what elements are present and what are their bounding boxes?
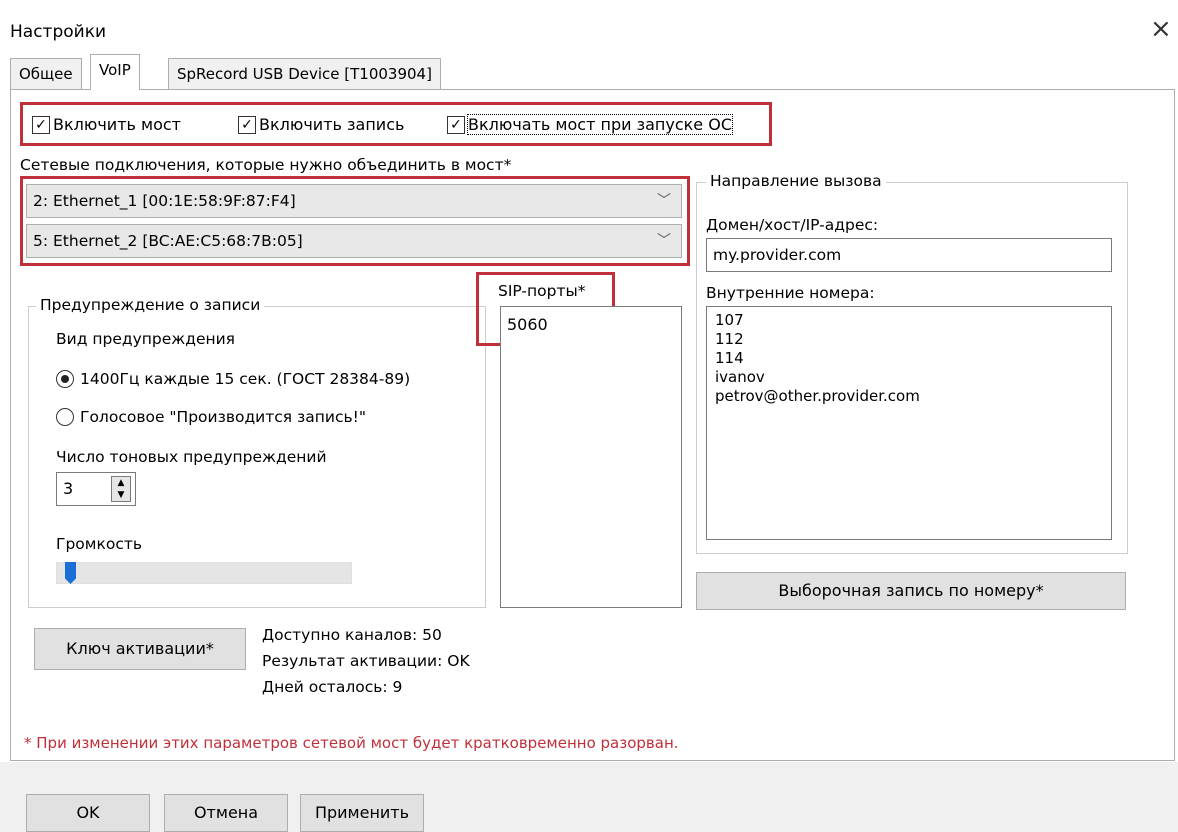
internal-numbers-label: Внутренние номера: [706,284,875,302]
radio-unselected-icon [56,408,74,426]
sip-ports-label: SIP-порты* [498,282,586,300]
network-connections-label: Сетевые подключения, которые нужно объед… [20,156,512,174]
enable-bridge-label: Включить мост [53,115,181,134]
enable-recording-label: Включить запись [259,115,405,134]
recording-warning-legend: Предупреждение о записи [36,296,265,314]
network-connection-1-value: 2: Ethernet_1 [00:1E:58:9F:87:F4] [33,192,296,210]
list-item[interactable]: 5060 [507,315,675,334]
bridge-on-startup-checkbox[interactable]: ✓ Включать мост при запуске ОС [447,114,733,135]
network-connection-2-value: 5: Ethernet_2 [BC:AE:C5:68:7B:05] [33,232,303,250]
arrow-down-icon[interactable]: ▼ [112,489,130,501]
tab-voip[interactable]: VoIP [90,54,140,90]
voice-warning-label: Голосовое "Производится запись!" [80,408,366,426]
close-icon[interactable]: × [1150,16,1172,42]
tone-warning-label: 1400Гц каждые 15 сек. (ГОСТ 28384-89) [80,370,411,388]
tab-general[interactable]: Общее [10,58,82,90]
list-item[interactable]: 112 [715,330,1103,349]
apply-button[interactable]: Применить [300,794,424,832]
chevron-down-icon: ﹀ [657,233,671,249]
tone-warning-radio[interactable]: 1400Гц каждые 15 сек. (ГОСТ 28384-89) [56,370,410,388]
volume-slider[interactable] [56,562,352,584]
chevron-down-icon: ﹀ [657,193,671,209]
domain-label: Домен/хост/IP-адрес: [706,216,879,234]
arrow-up-icon[interactable]: ▲ [112,477,130,489]
bridge-on-startup-label: Включать мост при запуске ОС [467,114,733,135]
list-item[interactable]: 107 [715,311,1103,330]
voice-warning-radio[interactable]: Голосовое "Производится запись!" [56,408,366,426]
checkmark-icon: ✓ [447,115,465,134]
list-item[interactable]: ivanov [715,368,1103,387]
enable-recording-checkbox[interactable]: ✓ Включить запись [238,115,404,134]
sip-ports-list[interactable]: 5060 [500,306,682,608]
volume-slider-thumb[interactable] [65,562,76,584]
ok-button[interactable]: OK [26,794,150,832]
window-title: Настройки [10,22,107,42]
selective-recording-button[interactable]: Выборочная запись по номеру* [696,572,1126,610]
tone-count-value: 3 [63,479,74,498]
network-connection-1-select[interactable]: 2: Ethernet_1 [00:1E:58:9F:87:F4] ﹀ [26,184,682,218]
checkmark-icon: ✓ [32,115,50,134]
internal-numbers-list[interactable]: 107 112 114 ivanov petrov@other.provider… [706,306,1112,540]
activation-key-button[interactable]: Ключ активации* [34,628,246,670]
warning-type-label: Вид предупреждения [56,330,236,348]
enable-bridge-checkbox[interactable]: ✓ Включить мост [32,115,181,134]
footnote-warning: * При изменении этих параметров сетевой … [24,734,679,752]
days-left-text: Дней осталось: 9 [262,678,403,696]
domain-input[interactable]: my.provider.com [706,238,1112,272]
radio-selected-icon [56,370,74,388]
stepper-buttons[interactable]: ▲ ▼ [111,476,131,502]
network-connection-2-select[interactable]: 5: Ethernet_2 [BC:AE:C5:68:7B:05] ﹀ [26,224,682,258]
available-channels-text: Доступно каналов: 50 [262,626,442,644]
activation-result-text: Результат активации: OK [262,652,470,670]
list-item[interactable]: 114 [715,349,1103,368]
cancel-button[interactable]: Отмена [164,794,288,832]
volume-label: Громкость [56,535,142,553]
list-item[interactable]: petrov@other.provider.com [715,387,1103,406]
checkmark-icon: ✓ [238,115,256,134]
tone-count-label: Число тоновых предупреждений [56,448,327,466]
tab-sprecord-usb-device[interactable]: SpRecord USB Device [T1003904] [168,58,441,90]
call-direction-legend: Направление вызова [706,172,886,190]
tone-count-stepper[interactable]: 3 ▲ ▼ [56,472,136,506]
